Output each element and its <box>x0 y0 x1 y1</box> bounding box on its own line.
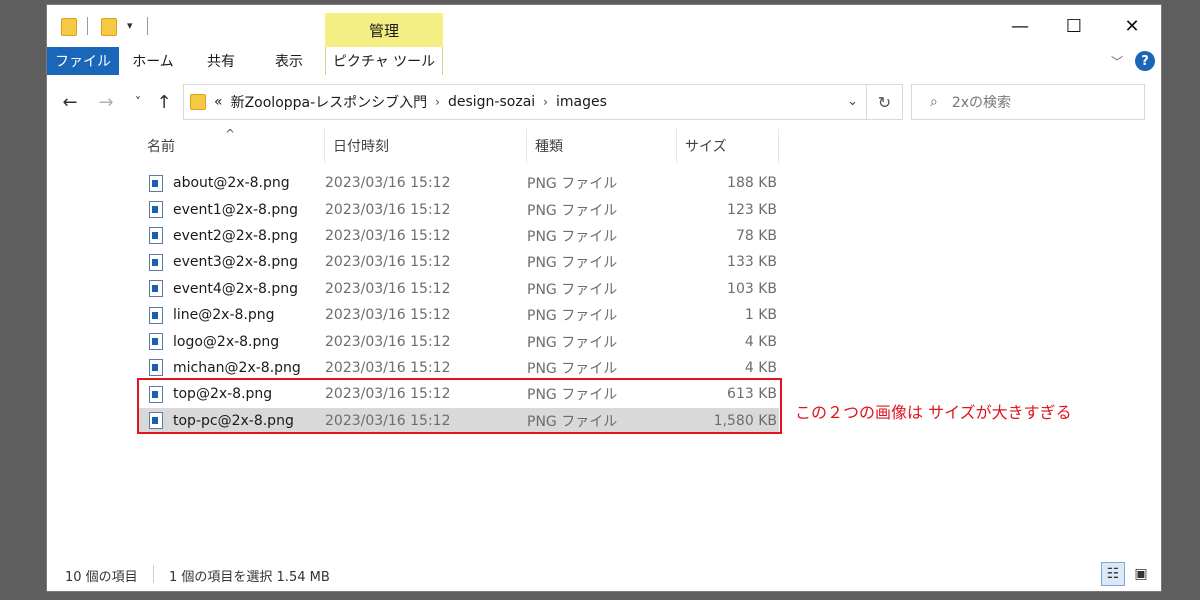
breadcrumb-item[interactable]: design-sozai <box>448 94 535 110</box>
refresh-icon[interactable]: ↻ <box>866 85 902 119</box>
file-size: 103 KB <box>727 280 777 297</box>
image-file-icon <box>149 359 163 377</box>
file-name: michan@2x-8.png <box>173 359 301 376</box>
back-arrow-icon[interactable]: ← <box>57 89 83 115</box>
file-type: PNG ファイル <box>527 308 618 325</box>
navigation-bar: ← → ˅ ↑ « 新Zooloppa-レスポンシブ入門 › design-so… <box>47 81 1161 123</box>
column-type[interactable]: 種類 <box>527 129 677 163</box>
file-date: 2023/03/16 15:12 <box>325 201 451 218</box>
column-header: 名前 日付時刻 種類 サイズ <box>139 129 779 163</box>
file-type: PNG ファイル <box>527 334 618 351</box>
image-file-icon <box>149 333 163 351</box>
file-type: PNG ファイル <box>527 202 618 219</box>
close-button[interactable]: ✕ <box>1109 5 1155 47</box>
file-name: logo@2x-8.png <box>173 333 280 350</box>
file-size: 188 KB <box>727 175 777 192</box>
list-item[interactable]: event3@2x-8.png 2023/03/16 15:12 PNG ファイ… <box>139 249 779 275</box>
file-size: 78 KB <box>735 227 777 244</box>
column-size[interactable]: サイズ <box>677 129 779 163</box>
forward-arrow-icon[interactable]: → <box>93 89 119 115</box>
file-date: 2023/03/16 15:12 <box>325 254 451 271</box>
title-bar: ▾ 管理 — ☐ ✕ <box>47 5 1161 47</box>
file-size: 123 KB <box>727 201 777 218</box>
explorer-window: ▾ 管理 — ☐ ✕ ファイル ホーム 共有 表示 ピクチャ ツール ﹀ ? ←… <box>46 4 1162 592</box>
file-name: about@2x-8.png <box>173 175 290 192</box>
file-name: event2@2x-8.png <box>173 227 299 244</box>
context-tab-header: 管理 <box>325 13 443 47</box>
list-item[interactable]: line@2x-8.png 2023/03/16 15:12 PNG ファイル … <box>139 302 779 328</box>
file-name: event1@2x-8.png <box>173 201 299 218</box>
column-date[interactable]: 日付時刻 <box>325 129 527 163</box>
tab-view[interactable]: 表示 <box>261 47 317 75</box>
annotation-text: この２つの画像は サイズが大きすぎる <box>795 403 1072 422</box>
list-item[interactable]: event1@2x-8.png 2023/03/16 15:12 PNG ファイ… <box>139 196 779 222</box>
file-date: 2023/03/16 15:12 <box>325 280 451 297</box>
file-type: PNG ファイル <box>527 176 618 193</box>
breadcrumb-separator[interactable]: › <box>543 95 548 109</box>
status-bar: 10 個の項目 1 個の項目を選択 1.54 MB ☷ ▣ <box>47 560 1161 588</box>
image-file-icon <box>149 174 163 192</box>
image-file-icon <box>149 306 163 324</box>
file-type: PNG ファイル <box>527 255 618 272</box>
list-item[interactable]: event2@2x-8.png 2023/03/16 15:12 PNG ファイ… <box>139 223 779 249</box>
divider <box>87 17 88 35</box>
help-icon[interactable]: ? <box>1135 51 1155 71</box>
search-icon: ⌕ <box>930 94 938 110</box>
file-name: line@2x-8.png <box>173 307 275 324</box>
recent-locations-chevron-icon[interactable]: ˅ <box>125 89 151 115</box>
maximize-button[interactable]: ☐ <box>1051 5 1097 47</box>
quick-access-dropdown-icon[interactable]: ▾ <box>127 19 133 32</box>
highlight-box <box>137 378 782 434</box>
breadcrumb-separator[interactable]: › <box>435 95 440 109</box>
file-name: event4@2x-8.png <box>173 280 299 297</box>
file-type: PNG ファイル <box>527 360 618 377</box>
image-file-icon <box>149 227 163 245</box>
file-date: 2023/03/16 15:12 <box>325 227 451 244</box>
tab-file[interactable]: ファイル <box>47 47 119 75</box>
details-view-icon[interactable]: ☷ <box>1101 562 1125 586</box>
file-date: 2023/03/16 15:12 <box>325 307 451 324</box>
ribbon-tabs: ファイル ホーム 共有 表示 ピクチャ ツール ﹀ ? <box>47 47 1161 75</box>
large-icons-view-icon[interactable]: ▣ <box>1129 562 1153 586</box>
image-file-icon <box>149 280 163 298</box>
file-type: PNG ファイル <box>527 281 618 298</box>
selection-info: 1 個の項目を選択 1.54 MB <box>169 570 330 585</box>
breadcrumb-overflow[interactable]: « <box>214 94 223 110</box>
search-box[interactable]: ⌕ 2xの検索 <box>911 84 1145 120</box>
list-item[interactable]: event4@2x-8.png 2023/03/16 15:12 PNG ファイ… <box>139 276 779 302</box>
divider <box>153 565 154 583</box>
file-date: 2023/03/16 15:12 <box>325 175 451 192</box>
file-date: 2023/03/16 15:12 <box>325 333 451 350</box>
file-size: 4 KB <box>744 359 777 376</box>
address-bar[interactable]: « 新Zooloppa-レスポンシブ入門 › design-sozai › im… <box>183 84 903 120</box>
file-name: event3@2x-8.png <box>173 254 299 271</box>
tab-share[interactable]: 共有 <box>193 47 249 75</box>
image-file-icon <box>149 201 163 219</box>
up-arrow-icon[interactable]: ↑ <box>151 89 177 115</box>
file-size: 133 KB <box>727 254 777 271</box>
folder-icon[interactable] <box>61 16 77 36</box>
search-placeholder: 2xの検索 <box>951 95 1012 111</box>
tab-picture-tools[interactable]: ピクチャ ツール <box>325 47 443 75</box>
file-type: PNG ファイル <box>527 228 618 245</box>
breadcrumb-item[interactable]: 新Zooloppa-レスポンシブ入門 <box>231 92 428 112</box>
tab-home[interactable]: ホーム <box>125 47 181 75</box>
list-item[interactable]: about@2x-8.png 2023/03/16 15:12 PNG ファイル… <box>139 170 779 196</box>
item-count: 10 個の項目 <box>65 570 138 585</box>
divider <box>147 17 148 35</box>
address-dropdown-icon[interactable]: ⌄ <box>847 94 858 109</box>
file-size: 4 KB <box>744 333 777 350</box>
folder-icon <box>190 94 206 110</box>
file-date: 2023/03/16 15:12 <box>325 359 451 376</box>
column-name[interactable]: 名前 <box>139 129 325 163</box>
minimize-button[interactable]: — <box>997 5 1043 47</box>
list-item[interactable]: logo@2x-8.png 2023/03/16 15:12 PNG ファイル … <box>139 328 779 354</box>
expand-ribbon-chevron-icon[interactable]: ﹀ <box>1111 53 1123 70</box>
image-file-icon <box>149 253 163 271</box>
file-size: 1 KB <box>744 307 777 324</box>
breadcrumb-item[interactable]: images <box>556 94 607 110</box>
new-folder-icon[interactable] <box>101 16 117 36</box>
